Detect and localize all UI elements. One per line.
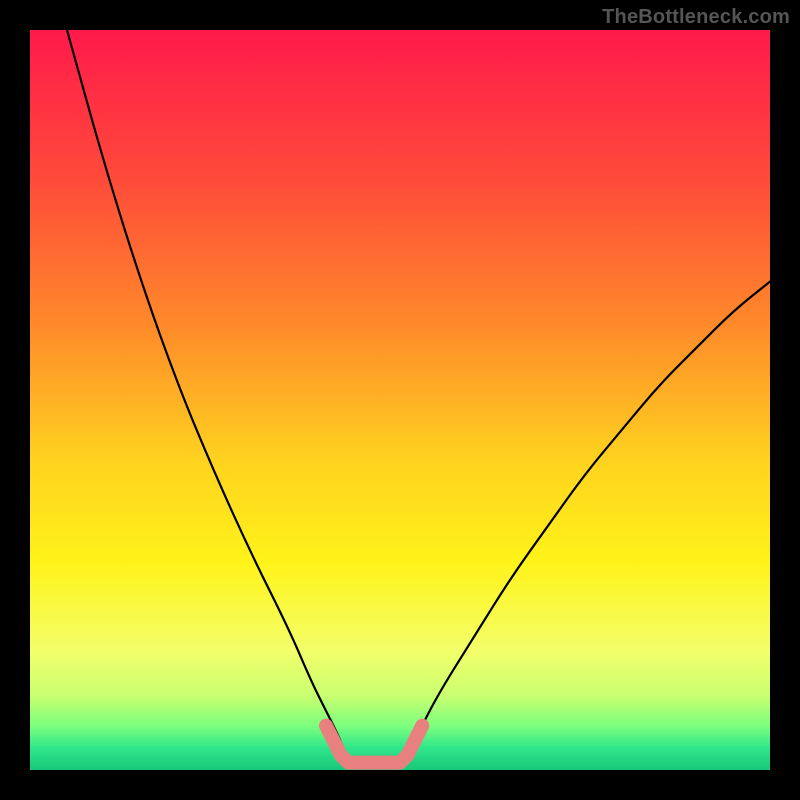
chart-frame: TheBottleneck.com <box>0 0 800 800</box>
watermark-text: TheBottleneck.com <box>602 6 790 29</box>
gradient-background <box>30 30 770 770</box>
plot-area <box>30 30 770 770</box>
chart-svg <box>30 30 770 770</box>
